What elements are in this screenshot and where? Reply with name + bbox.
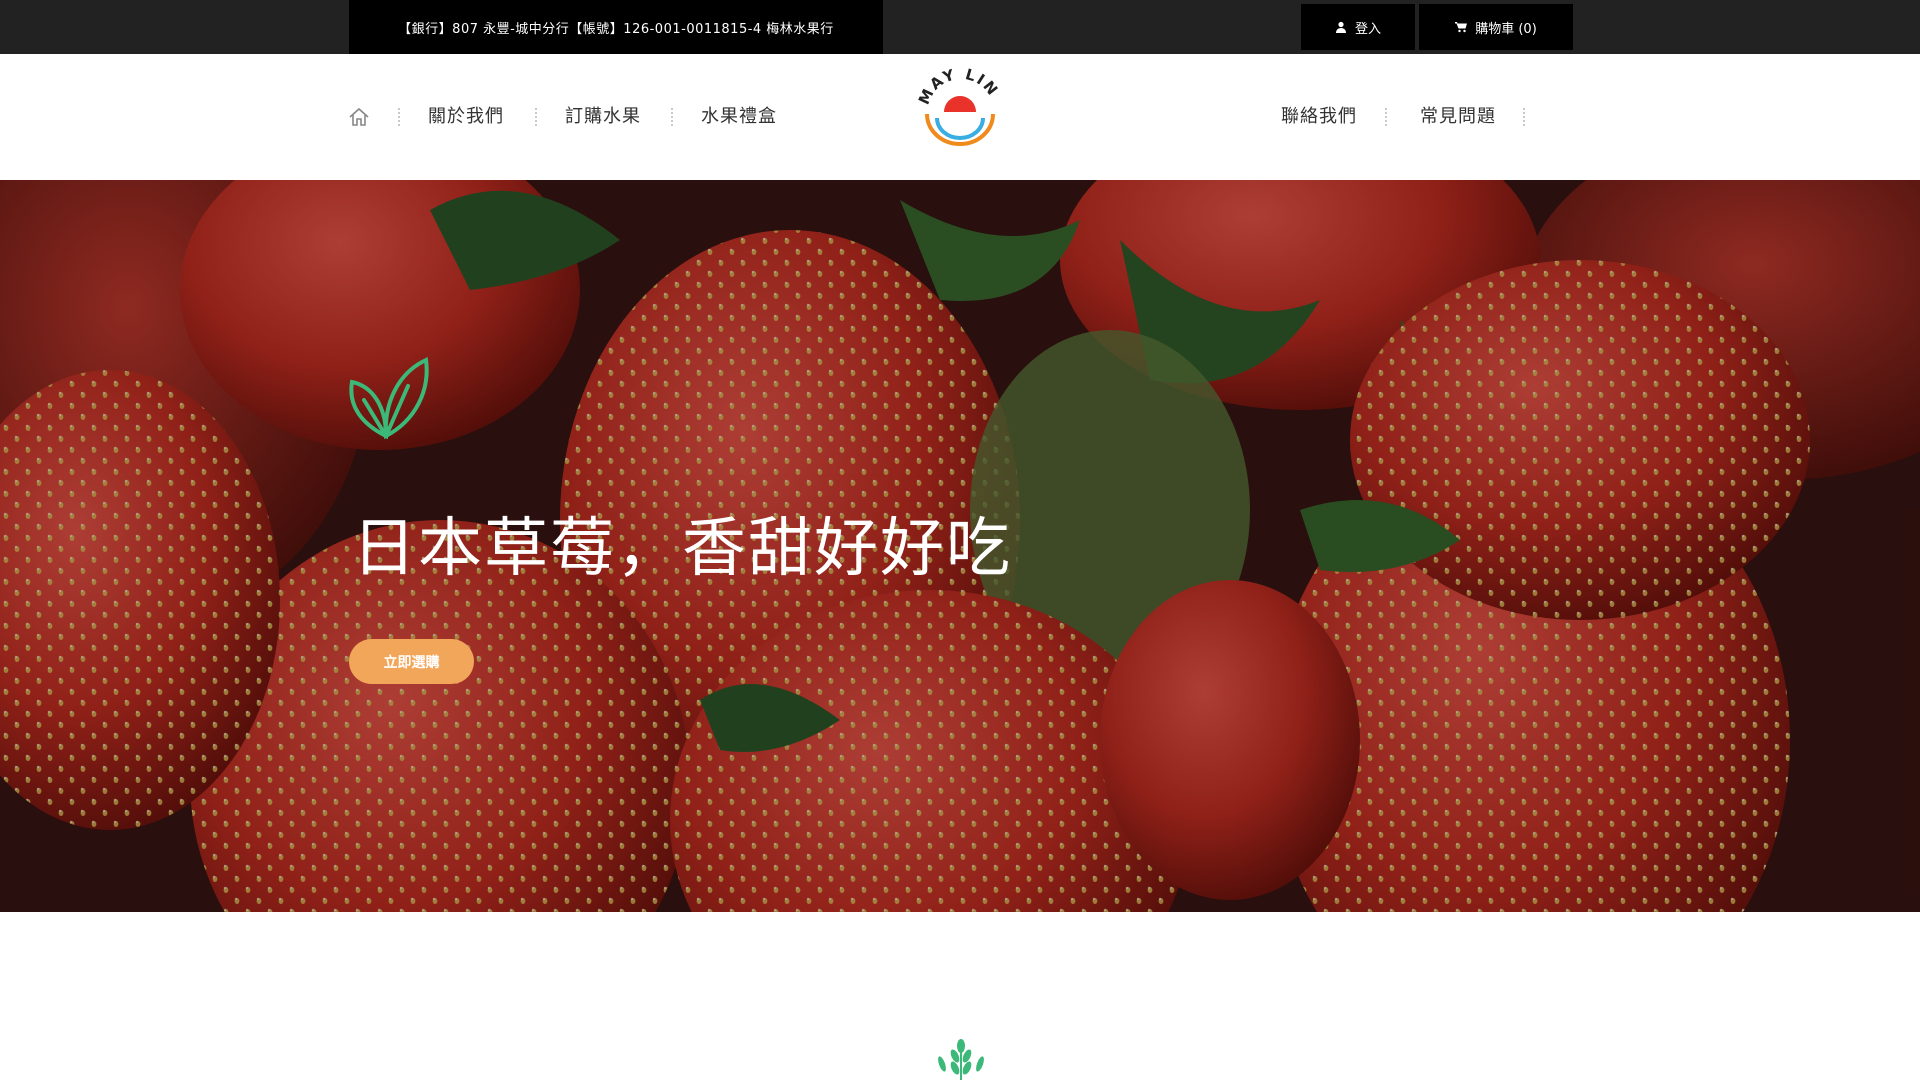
nav-faq[interactable]: 常見問題 — [1420, 104, 1496, 130]
nav-separator — [398, 108, 400, 126]
nav-separator — [1523, 108, 1525, 126]
home-icon[interactable] — [348, 106, 370, 128]
cart-label: 購物車 (0) — [1475, 21, 1537, 37]
nav-separator — [1385, 108, 1387, 126]
brand-logo[interactable]: MAY LIN — [910, 64, 1010, 154]
nav-contact[interactable]: 聯絡我們 — [1281, 104, 1357, 130]
top-bar: 【銀行】807 永豐-城中分行【帳號】126-001-0011815-4 梅林水… — [0, 0, 1920, 54]
cart-button[interactable]: 購物車 (0) — [1419, 4, 1573, 50]
login-label: 登入 — [1354, 21, 1381, 37]
login-button[interactable]: 登入 — [1301, 4, 1415, 50]
nav-separator — [535, 108, 537, 126]
wheat-icon — [938, 1039, 984, 1080]
user-icon — [1335, 21, 1346, 33]
bank-account-info: 【銀行】807 永豐-城中分行【帳號】126-001-0011815-4 梅林水… — [349, 0, 883, 54]
hero-headline: 日本草莓，香甜好好吃 — [352, 512, 1012, 586]
nav-separator — [671, 108, 673, 126]
cart-icon — [1455, 22, 1468, 33]
nav-order-fruit[interactable]: 訂購水果 — [565, 104, 641, 130]
leaf-icon — [349, 357, 429, 440]
nav-about[interactable]: 關於我們 — [428, 104, 504, 130]
nav-gift-box[interactable]: 水果禮盒 — [701, 104, 777, 130]
shop-now-button[interactable]: 立即選購 — [349, 639, 474, 684]
